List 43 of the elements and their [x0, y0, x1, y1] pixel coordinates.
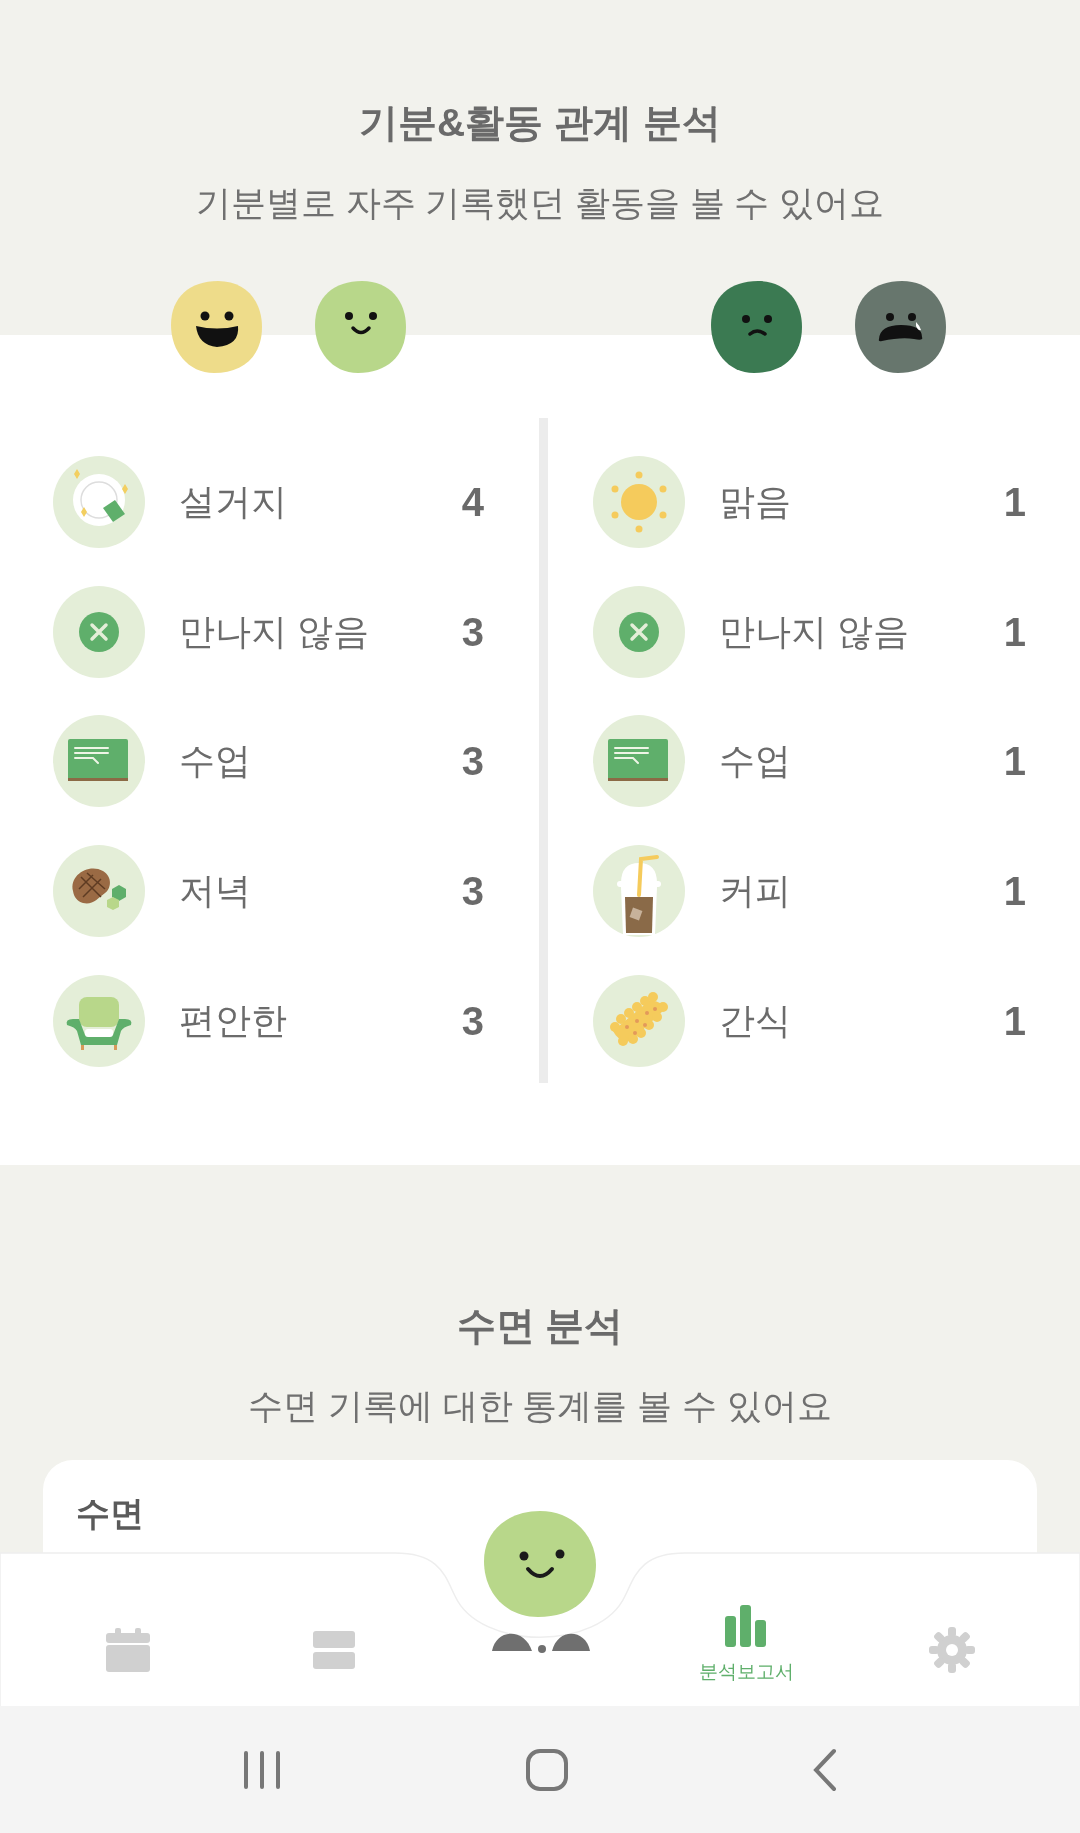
class-activity-icon — [593, 715, 685, 808]
none-activity-icon — [53, 585, 145, 678]
settings-icon[interactable] — [928, 1626, 976, 1674]
activity-label: 설거지 — [179, 479, 287, 524]
calendar-icon[interactable] — [105, 1627, 151, 1673]
section-title: 수면 분석 — [456, 1303, 624, 1349]
coffee-activity-icon — [593, 845, 685, 938]
activity-count: 1 — [1003, 998, 1026, 1046]
activity-count: 4 — [461, 478, 484, 526]
recent-apps-icon[interactable] — [241, 1748, 282, 1791]
activity-count: 3 — [461, 738, 484, 786]
back-icon[interactable] — [812, 1747, 839, 1792]
activity-count: 1 — [1003, 608, 1026, 656]
dishes-activity-icon — [53, 455, 145, 548]
sofa-activity-icon — [53, 975, 145, 1068]
activity-label: 수업 — [179, 739, 251, 784]
activity-count: 3 — [461, 868, 484, 916]
dinner-activity-icon — [53, 845, 145, 938]
activity-count: 1 — [1003, 868, 1026, 916]
section-subtitle: 수면 기록에 대한 통계를 볼 수 있어요 — [248, 1384, 832, 1427]
activity-label: 간식 — [719, 999, 791, 1044]
activity-count: 1 — [1003, 478, 1026, 526]
activity-count: 1 — [1003, 738, 1026, 786]
nav-tab[interactable]: 분석보고서 — [676, 1600, 816, 1700]
snack-activity-icon — [593, 975, 685, 1068]
bar-chart-icon[interactable] — [724, 1604, 768, 1648]
activity-label: 맑음 — [719, 479, 791, 524]
section-title: 기분&활동 관계 분석 — [359, 100, 721, 146]
activity-label: 수업 — [719, 739, 791, 784]
card-title: 수면 — [76, 1493, 144, 1534]
activity-label: 만나지 않음 — [179, 609, 369, 654]
list-icon[interactable] — [312, 1630, 356, 1670]
activity-label: 만나지 않음 — [719, 609, 909, 654]
activity-label: 저녁 — [179, 869, 251, 914]
none-activity-icon — [593, 585, 685, 678]
home-icon[interactable] — [525, 1747, 569, 1792]
activity-count: 3 — [461, 998, 484, 1046]
activity-label: 커피 — [719, 869, 791, 914]
class-activity-icon — [53, 715, 145, 808]
sunny-activity-icon — [593, 455, 685, 548]
activity-count: 3 — [461, 608, 484, 656]
activity-label: 편안한 — [179, 999, 287, 1044]
section-subtitle: 기분별로 자주 기록했던 활동을 볼 수 있어요 — [195, 181, 885, 224]
